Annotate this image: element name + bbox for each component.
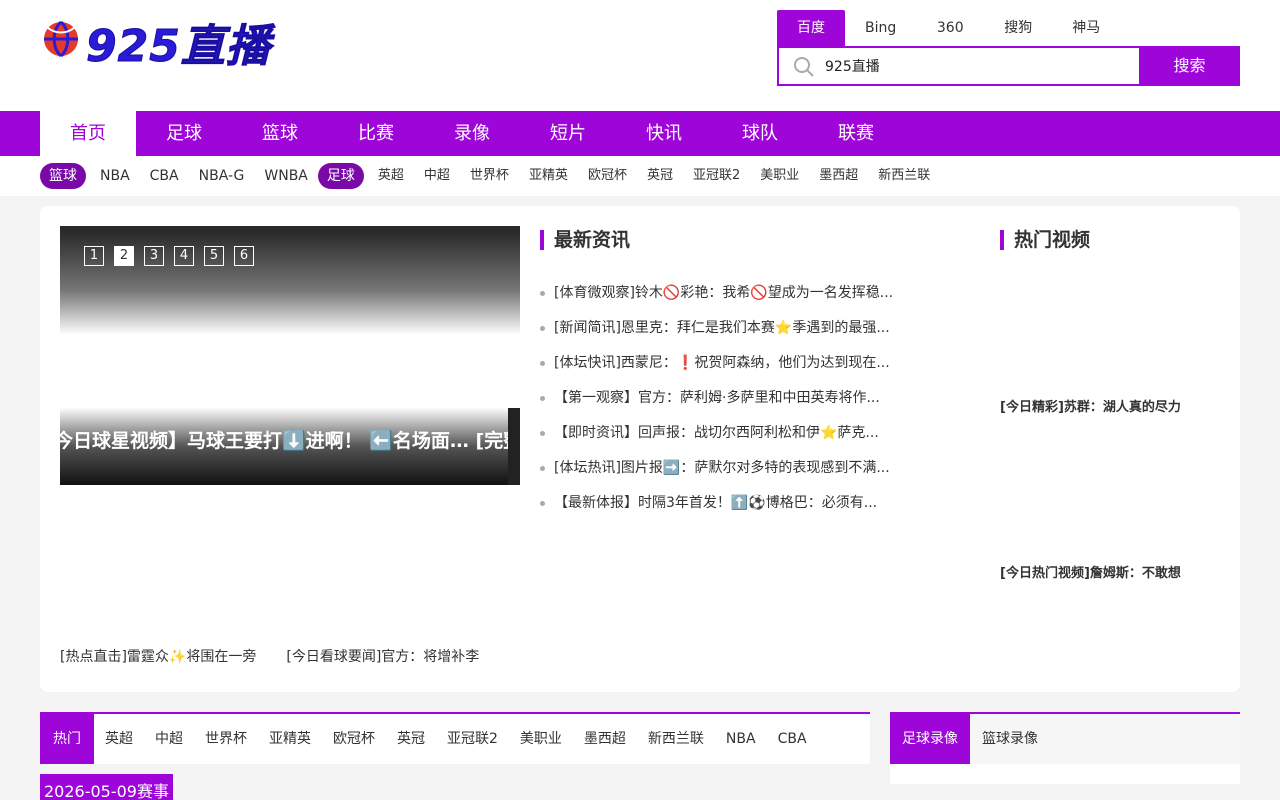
sub-item-wnba[interactable]: WNBA <box>254 163 318 189</box>
tab-hot[interactable]: 热门 <box>40 714 94 764</box>
news-item[interactable]: 【第一观察】官方：萨利姆·多萨里和中田英寿将作... <box>540 383 920 418</box>
tab-acl2[interactable]: 亚冠联2 <box>436 714 509 764</box>
news-item[interactable]: 【最新体报】时隔3年首发！⬆️⚽博格巴：必须有... <box>540 488 920 523</box>
sub-item-ucl[interactable]: 欧冠杯 <box>578 163 637 189</box>
slider-pagination: 1 2 3 4 5 6 <box>84 246 264 266</box>
news-item[interactable]: 【即时资讯】回声报：战切尔西阿利松和伊⭐萨克... <box>540 418 920 453</box>
slide-number[interactable]: 3 <box>144 246 164 266</box>
nav-basketball[interactable]: 篮球 <box>232 111 328 156</box>
latest-news-title: 最新资讯 <box>540 228 630 252</box>
tab-afc-elite[interactable]: 亚精英 <box>258 714 322 764</box>
search-button[interactable]: 搜索 <box>1139 46 1240 86</box>
schedule-tabs: 热门 英超 中超 世界杯 亚精英 欧冠杯 英冠 亚冠联2 美职业 墨西超 新西兰… <box>40 712 870 764</box>
slider-edge <box>508 408 520 485</box>
bottom-link[interactable]: [热点直击]雷霆众✨将围在一旁 <box>60 646 256 666</box>
nav-clips[interactable]: 短片 <box>520 111 616 156</box>
schedule-date-label: 2026-05-09赛事 <box>40 774 173 800</box>
hot-videos-title: 热门视频 <box>1000 228 1090 252</box>
search-box: 搜索 <box>777 46 1240 86</box>
sub-item-nz-league[interactable]: 新西兰联 <box>868 163 940 189</box>
nav-matches[interactable]: 比赛 <box>328 111 424 156</box>
slide-number[interactable]: 2 <box>114 246 134 266</box>
sub-item-nba[interactable]: NBA <box>90 163 140 189</box>
image-slider[interactable]: 1 2 3 4 5 6 今日球星视频】马球王要打⬇️进啊！ ⬅️名场面… [完整 <box>60 226 520 485</box>
slide-number[interactable]: 5 <box>204 246 224 266</box>
sub-item-acl2[interactable]: 亚冠联2 <box>683 163 750 189</box>
tab-nz-league[interactable]: 新西兰联 <box>637 714 715 764</box>
sub-item-championship[interactable]: 英冠 <box>637 163 683 189</box>
engine-tab-baidu[interactable]: 百度 <box>777 10 845 46</box>
tab-ucl[interactable]: 欧冠杯 <box>322 714 386 764</box>
sub-item-afc-elite[interactable]: 亚精英 <box>519 163 578 189</box>
engine-tab-shenma[interactable]: 神马 <box>1052 10 1120 46</box>
tab-championship[interactable]: 英冠 <box>386 714 436 764</box>
sub-item-csl[interactable]: 中超 <box>414 163 460 189</box>
tab-cba[interactable]: CBA <box>767 714 818 764</box>
sub-item-world-cup[interactable]: 世界杯 <box>460 163 519 189</box>
site-logo[interactable]: 925直播 <box>42 18 272 76</box>
bottom-link[interactable]: [今日看球要闻]官方：将增补李 <box>286 646 479 666</box>
slider-image-strip <box>60 226 520 232</box>
sub-nav: 篮球 NBA CBA NBA-G WNBA 足球 英超 中超 世界杯 亚精英 欧… <box>0 156 1280 196</box>
content-card: 1 2 3 4 5 6 今日球星视频】马球王要打⬇️进啊！ ⬅️名场面… [完整… <box>40 206 1240 692</box>
tab-premier-league[interactable]: 英超 <box>94 714 144 764</box>
engine-tab-360[interactable]: 360 <box>916 10 984 46</box>
nav-teams[interactable]: 球队 <box>712 111 808 156</box>
nav-football[interactable]: 足球 <box>136 111 232 156</box>
logo-text: 925直播 <box>86 21 271 73</box>
sub-item-liga-mx[interactable]: 墨西超 <box>809 163 868 189</box>
engine-tab-sogou[interactable]: 搜狗 <box>984 10 1052 46</box>
nav-home[interactable]: 首页 <box>40 111 136 156</box>
replay-panel <box>890 764 1240 784</box>
tab-football-replays[interactable]: 足球录像 <box>890 714 970 764</box>
slide-number[interactable]: 6 <box>234 246 254 266</box>
nav-replays[interactable]: 录像 <box>424 111 520 156</box>
replay-tabs: 足球录像 篮球录像 <box>890 712 1240 764</box>
tab-basketball-replays[interactable]: 篮球录像 <box>970 714 1050 764</box>
engine-tab-bing[interactable]: Bing <box>845 10 916 46</box>
sub-item-premier-league[interactable]: 英超 <box>368 163 414 189</box>
search-icon <box>794 57 814 77</box>
news-item[interactable]: [体坛热讯]图片报➡️：萨默尔对多特的表现感到不满... <box>540 453 920 488</box>
tab-liga-mx[interactable]: 墨西超 <box>573 714 637 764</box>
sub-category-football[interactable]: 足球 <box>317 162 364 189</box>
search-input[interactable] <box>825 48 1125 84</box>
nav-leagues[interactable]: 联赛 <box>808 111 904 156</box>
hot-video-item[interactable]: [今日热门视频]詹姆斯：不敢想 <box>1000 562 1181 581</box>
slide-number[interactable]: 1 <box>84 246 104 266</box>
sub-item-cba[interactable]: CBA <box>140 163 189 189</box>
tab-world-cup[interactable]: 世界杯 <box>194 714 258 764</box>
slider-caption[interactable]: 今日球星视频】马球王要打⬇️进啊！ ⬅️名场面… [完整 <box>60 426 520 453</box>
nav-news[interactable]: 快讯 <box>616 111 712 156</box>
main-nav: 首页 足球 篮球 比赛 录像 短片 快讯 球队 联赛 <box>0 111 1280 156</box>
search-engine-tabs: 百度 Bing 360 搜狗 神马 <box>777 10 1120 46</box>
sub-item-mls[interactable]: 美职业 <box>750 163 809 189</box>
basketball-icon <box>44 20 78 58</box>
latest-news-list: [体育微观察]铃木🚫彩艳：我希🚫望成为一名发挥稳... [新闻简讯]恩里克：拜仁… <box>540 278 920 523</box>
sub-item-nba-g[interactable]: NBA-G <box>189 163 255 189</box>
tab-nba[interactable]: NBA <box>715 714 767 764</box>
news-item[interactable]: [体坛快讯]西蒙尼：❗祝贺阿森纳，他们为达到现在... <box>540 348 920 383</box>
slide-number[interactable]: 4 <box>174 246 194 266</box>
sub-category-basketball[interactable]: 篮球 <box>40 162 86 189</box>
tab-mls[interactable]: 美职业 <box>509 714 573 764</box>
search-field <box>777 46 1139 86</box>
hot-video-item[interactable]: [今日精彩]苏群：湖人真的尽力 <box>1000 396 1181 415</box>
header: 925直播 百度 Bing 360 搜狗 神马 搜索 <box>0 0 1280 111</box>
bottom-links: [热点直击]雷霆众✨将围在一旁 [今日看球要闻]官方：将增补李 <box>60 646 509 666</box>
tab-csl[interactable]: 中超 <box>144 714 194 764</box>
news-item[interactable]: [体育微观察]铃木🚫彩艳：我希🚫望成为一名发挥稳... <box>540 278 920 313</box>
news-item[interactable]: [新闻简讯]恩里克：拜仁是我们本赛⭐季遇到的最强... <box>540 313 920 348</box>
